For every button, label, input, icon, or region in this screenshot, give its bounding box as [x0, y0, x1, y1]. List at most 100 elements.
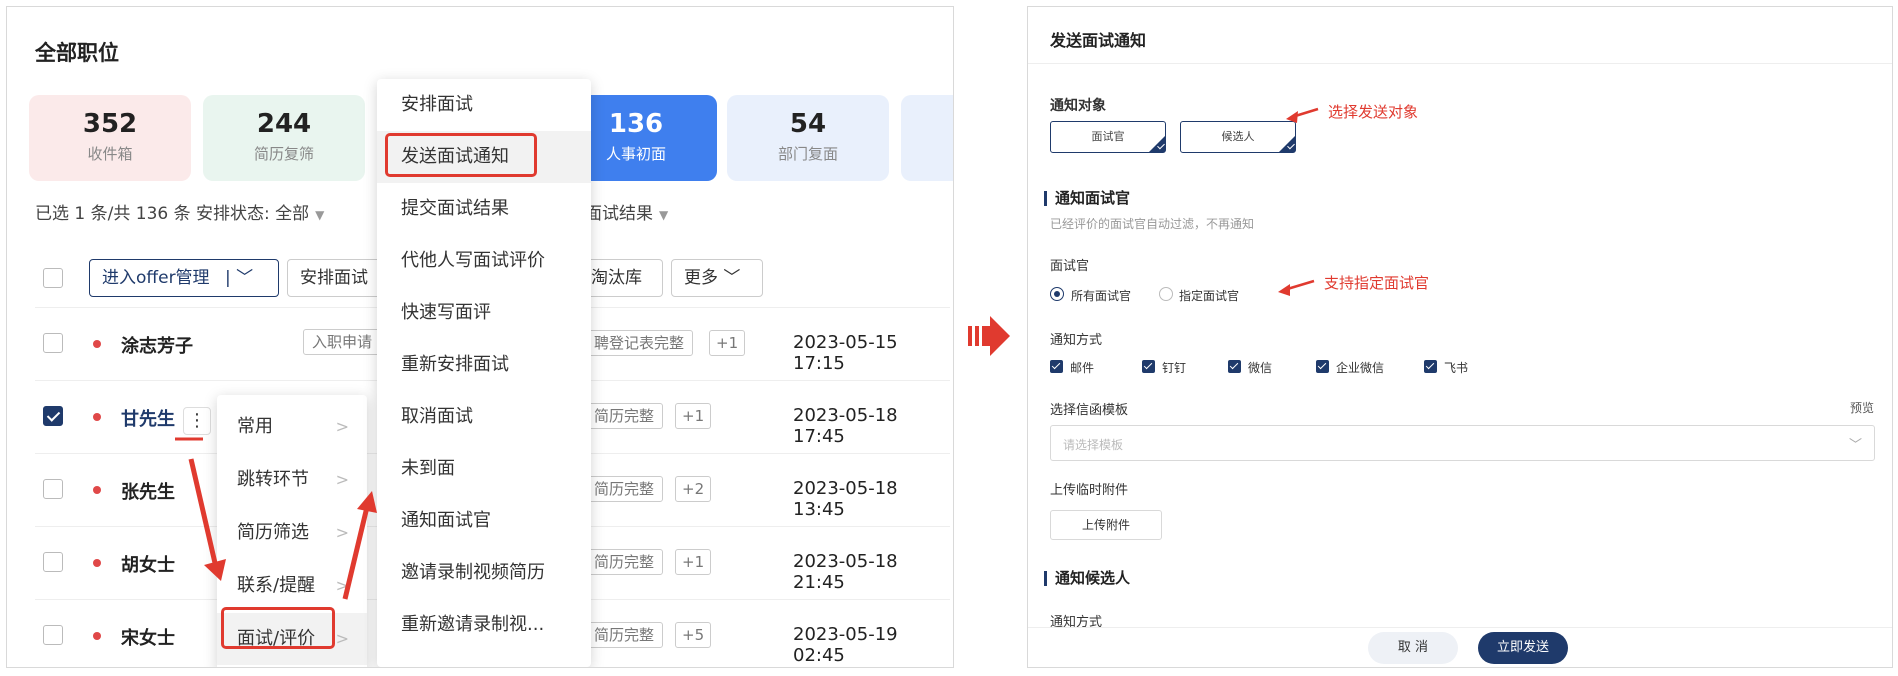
checkbox-email[interactable] — [1050, 360, 1063, 373]
status-dot — [93, 413, 101, 421]
method-label: 微信 — [1248, 361, 1273, 375]
row-checkbox[interactable] — [43, 479, 63, 499]
eliminate-library-button[interactable]: 淘汰库 — [579, 259, 663, 297]
status-dot — [93, 632, 101, 640]
tag-badge: 简历完整 — [585, 403, 664, 429]
candidate-name[interactable]: 甘先生 — [121, 405, 175, 431]
menu-item-label: 常用 — [237, 416, 273, 437]
target-interviewer-button[interactable]: 面试官 — [1050, 121, 1166, 153]
row-checkbox[interactable] — [43, 333, 63, 353]
menu-item-notify-interviewer[interactable]: 通知面试官 — [377, 495, 591, 547]
menu-item-invite-video-resume[interactable]: 邀请录制视频简历 — [377, 547, 591, 599]
arrow-stripe — [975, 326, 979, 346]
menu-item-resume-screen[interactable]: 简历筛选 > — [217, 507, 367, 559]
more-button[interactable]: 更多 ﹀ — [671, 259, 763, 297]
radio-specific-interviewer[interactable] — [1159, 287, 1173, 301]
candidate-name[interactable]: 宋女士 — [121, 624, 175, 650]
arrow-line — [1291, 107, 1319, 119]
menu-item-submit-result[interactable]: 提交面试结果 — [377, 183, 591, 235]
interviewer-label: 面试官 — [1050, 259, 1090, 274]
menu-item-cancel-interview[interactable]: 取消面试 — [377, 391, 591, 443]
candidate-name[interactable]: 涂志芳子 — [121, 332, 193, 358]
page-title: 全部职位 — [35, 41, 119, 65]
menu-item-interview-evaluate[interactable]: 面试/评价 > — [217, 613, 367, 665]
interviewer-hint: 已经评价的面试官自动过滤，不再通知 — [1050, 217, 1255, 231]
row-checkbox[interactable] — [43, 625, 63, 645]
row-checkbox[interactable] — [43, 406, 63, 426]
upload-attachment-button[interactable]: 上传附件 — [1050, 510, 1162, 540]
menu-item-arrange-interview[interactable]: 安排面试 — [377, 79, 591, 131]
more-tags-badge[interactable]: +1 — [675, 549, 712, 575]
annotation-arrows — [1278, 107, 1319, 296]
template-label: 选择信函模板 — [1050, 403, 1129, 418]
status-dot — [93, 340, 101, 348]
timestamp: 2023-05-18 13:45 — [793, 478, 898, 520]
more-actions-icon[interactable]: ⋮ — [183, 407, 211, 435]
annotation-select-target: 选择发送对象 — [1328, 103, 1419, 121]
stat-number: 54 — [789, 109, 827, 139]
menu-item-contact-remind[interactable]: 联系/提醒 > — [217, 560, 367, 612]
stat-card-inbox[interactable]: 352 收件箱 — [29, 95, 191, 181]
menu-item-label: 面试/评价 — [237, 628, 316, 649]
cancel-button[interactable]: 取 消 — [1368, 632, 1458, 664]
dialog-title: 发送面试通知 — [1050, 31, 1147, 50]
menu-item-send-interview-notice[interactable]: 发送面试通知 — [377, 131, 591, 183]
menu-item-jump-stage[interactable]: 跳转环节 > — [217, 454, 367, 506]
menu-item-rearrange-interview[interactable]: 重新安排面试 — [377, 339, 591, 391]
candidate-name[interactable]: 胡女士 — [121, 551, 175, 577]
more-tags-badge[interactable]: +1 — [709, 330, 746, 356]
section-notify-candidate: 通知候选人 — [1044, 571, 1130, 586]
stat-card-next[interactable] — [901, 95, 953, 181]
interview-result-filter[interactable]: 面试结果 ▼ — [585, 199, 668, 224]
send-interview-notice-dialog: 发送面试通知 通知对象 面试官 候选人 通知面试官 已经评价的面试官自动过滤，不… — [1027, 6, 1893, 668]
stat-label: 部门复面 — [777, 145, 838, 163]
arrow-right-icon — [968, 316, 1010, 356]
checkbox-feishu[interactable] — [1424, 360, 1437, 373]
more-tags-badge[interactable]: +5 — [675, 622, 712, 648]
filter-text: 面试结果 — [585, 204, 653, 224]
more-tags-badge[interactable]: +1 — [675, 403, 712, 429]
method-label: 飞书 — [1444, 361, 1469, 375]
chevron-right-icon: > — [335, 576, 349, 595]
offer-label: 进入offer管理 — [102, 268, 210, 288]
candidate-name[interactable]: 张先生 — [121, 478, 175, 504]
select-all-checkbox[interactable] — [43, 268, 63, 288]
timestamp: 2023-05-15 17:15 — [793, 332, 898, 374]
checkbox-wechat[interactable] — [1228, 360, 1241, 373]
target-label: 面试官 — [1091, 130, 1125, 143]
offer-management-button[interactable]: 进入offer管理 | ﹀ — [89, 259, 279, 297]
checkbox-wework[interactable] — [1316, 360, 1329, 373]
menu-item-reinvite-video[interactable]: 重新邀请录制视... — [377, 599, 591, 651]
preview-link[interactable]: 预览 — [1850, 399, 1874, 416]
menu-item-label: 简历筛选 — [237, 522, 309, 543]
chevron-down-icon: | ﹀ — [224, 268, 254, 288]
chevron-right-icon: > — [335, 417, 349, 436]
filter-summary[interactable]: 已选 1 条/共 136 条 安排状态: 全部 ▼ — [35, 199, 324, 224]
radio-all-interviewers[interactable] — [1050, 287, 1064, 301]
stat-number: 244 — [256, 109, 312, 139]
arrange-interview-button[interactable]: 安排面试 — [287, 259, 381, 297]
stat-label: 收件箱 — [87, 145, 133, 163]
stat-number: 352 — [82, 109, 138, 139]
template-select[interactable]: 请选择模板 ﹀ — [1050, 425, 1875, 461]
section-notify-interviewer: 通知面试官 — [1044, 191, 1130, 206]
more-tags-badge[interactable]: +2 — [675, 476, 712, 502]
row-checkbox[interactable] — [43, 552, 63, 572]
arrow-line — [1283, 279, 1315, 292]
menu-item-quick-review[interactable]: 快速写面评 — [377, 287, 591, 339]
filter-text: 已选 1 条/共 136 条 安排状态: 全部 — [35, 204, 310, 224]
tag-badge: 简历完整 — [585, 476, 664, 502]
menu-item-write-for-others[interactable]: 代他人写面试评价 — [377, 235, 591, 287]
select-placeholder: 请选择模板 — [1063, 438, 1124, 452]
menu-item-no-show[interactable]: 未到面 — [377, 443, 591, 495]
stat-card-rescreen[interactable]: 244 简历复筛 — [203, 95, 365, 181]
menu-item-common[interactable]: 常用 > — [217, 401, 367, 453]
stat-card-dept-interview[interactable]: 54 部门复面 — [727, 95, 889, 181]
tag-badge: 简历完整 — [585, 549, 664, 575]
checkbox-dingtalk[interactable] — [1142, 360, 1155, 373]
status-dot — [93, 559, 101, 567]
send-now-button[interactable]: 立即发送 — [1478, 632, 1568, 664]
target-candidate-button[interactable]: 候选人 — [1180, 121, 1296, 153]
annotation-specify-interviewer: 支持指定面试官 — [1324, 274, 1430, 292]
method-label: 企业微信 — [1336, 361, 1385, 375]
